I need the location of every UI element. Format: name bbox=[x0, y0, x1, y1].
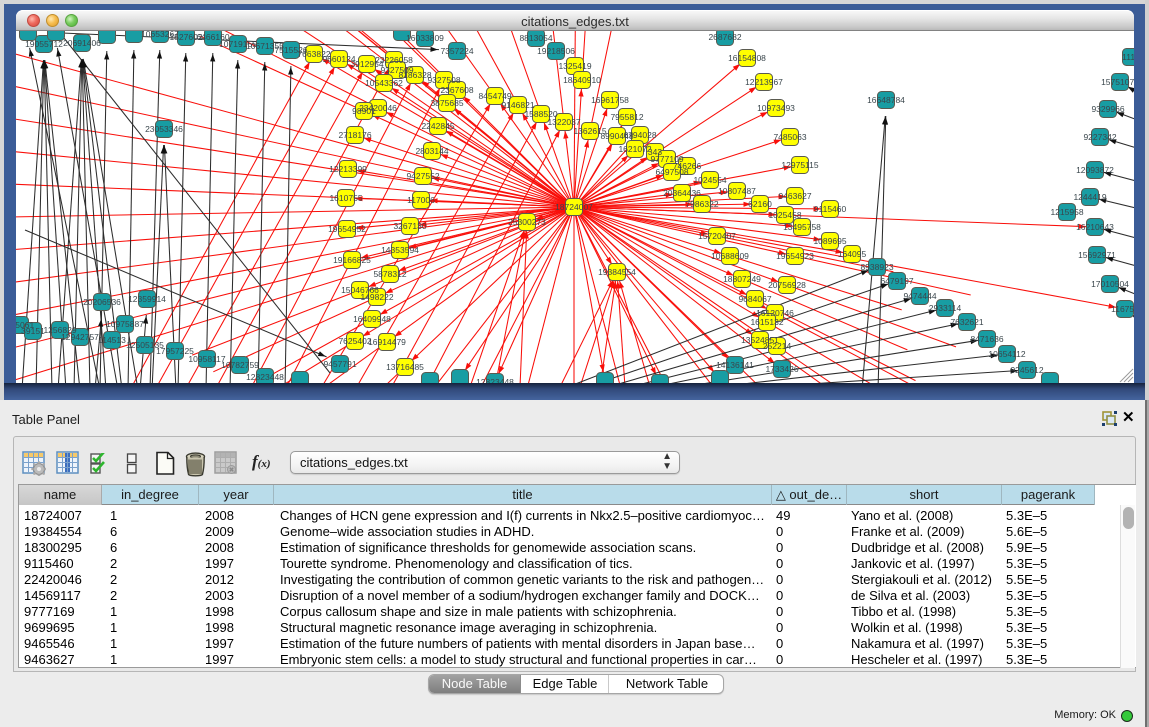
svg-text:23053346: 23053346 bbox=[145, 124, 183, 134]
svg-text:15692971: 15692971 bbox=[1078, 250, 1116, 260]
svg-text:8813054: 8813054 bbox=[519, 33, 552, 43]
svg-text:1621072: 1621072 bbox=[618, 144, 651, 154]
svg-text:17010504: 17010504 bbox=[1091, 279, 1129, 289]
svg-text:23226058: 23226058 bbox=[375, 55, 413, 65]
svg-text:5878312: 5878312 bbox=[373, 269, 406, 279]
svg-text:20364436: 20364436 bbox=[663, 188, 701, 198]
svg-text:6497508: 6497508 bbox=[655, 167, 688, 177]
svg-text:9427552: 9427552 bbox=[406, 171, 439, 181]
svg-text:15751074: 15751074 bbox=[1101, 77, 1134, 87]
svg-text:10543362: 10543362 bbox=[365, 78, 403, 88]
svg-text:19055712: 19055712 bbox=[25, 39, 63, 49]
svg-text:20206536: 20206536 bbox=[83, 297, 121, 307]
svg-text:9463627: 9463627 bbox=[778, 191, 811, 201]
svg-text:16782759: 16782759 bbox=[221, 360, 259, 370]
svg-text:10654112: 10654112 bbox=[988, 349, 1025, 359]
svg-text:2242845: 2242845 bbox=[421, 121, 454, 131]
svg-text:9329966: 9329966 bbox=[1091, 104, 1124, 114]
svg-text:19218506: 19218506 bbox=[537, 46, 575, 56]
svg-text:18724007: 18724007 bbox=[555, 202, 593, 212]
svg-text:19654952: 19654952 bbox=[328, 224, 366, 234]
svg-text:16409948: 16409948 bbox=[353, 314, 391, 324]
svg-text:18640910: 18640910 bbox=[563, 75, 601, 85]
svg-text:1025458: 1025458 bbox=[768, 210, 801, 220]
svg-text:9474444: 9474444 bbox=[903, 291, 936, 301]
svg-text:16648784: 16648784 bbox=[867, 95, 905, 105]
svg-text:9457791: 9457791 bbox=[323, 359, 356, 369]
svg-text:164095: 164095 bbox=[838, 249, 867, 259]
svg-text:3267130: 3267130 bbox=[393, 221, 426, 231]
svg-text:2718176: 2718176 bbox=[338, 130, 371, 140]
svg-text:9227342: 9227342 bbox=[1083, 132, 1116, 142]
svg-text:3875685: 3875685 bbox=[430, 98, 463, 108]
svg-text:8471636: 8471636 bbox=[970, 334, 1003, 344]
svg-text:18807249: 18807249 bbox=[723, 274, 761, 284]
svg-text:39151: 39151 bbox=[21, 326, 45, 336]
svg-text:13716485: 13716485 bbox=[386, 362, 424, 372]
svg-text:16961758: 16961758 bbox=[591, 95, 629, 105]
svg-text:1610755: 1610755 bbox=[329, 193, 362, 203]
svg-text:7485063: 7485063 bbox=[773, 132, 806, 142]
svg-text:12093872: 12093872 bbox=[1076, 165, 1114, 175]
svg-text:7986322: 7986322 bbox=[685, 199, 718, 209]
svg-text:62160: 62160 bbox=[748, 199, 772, 209]
svg-text:1325419: 1325419 bbox=[558, 61, 591, 71]
svg-text:9115460: 9115460 bbox=[814, 204, 847, 214]
svg-text:8938923: 8938923 bbox=[860, 262, 893, 272]
svg-text:12823448: 12823448 bbox=[476, 377, 514, 383]
svg-text:2803144: 2803144 bbox=[415, 146, 448, 156]
svg-text:25300273: 25300273 bbox=[508, 217, 546, 227]
svg-text:12975115: 12975115 bbox=[781, 160, 818, 170]
svg-text:19384554: 19384554 bbox=[598, 267, 636, 277]
svg-text:10688609: 10688609 bbox=[711, 251, 749, 261]
svg-text:6794028: 6794028 bbox=[623, 130, 656, 140]
svg-text:1215958: 1215958 bbox=[1050, 207, 1083, 217]
svg-text:9245612: 9245612 bbox=[1010, 365, 1043, 375]
svg-text:16033809: 16033809 bbox=[406, 33, 444, 43]
svg-text:14136141: 14136141 bbox=[716, 360, 754, 370]
svg-text:16154808: 16154808 bbox=[728, 53, 766, 63]
svg-text:98901: 98901 bbox=[352, 106, 376, 116]
svg-text:10807487: 10807487 bbox=[718, 186, 756, 196]
svg-text:117006: 117006 bbox=[407, 195, 435, 205]
svg-text:10975887: 10975887 bbox=[106, 319, 144, 329]
svg-text:114513: 114513 bbox=[98, 335, 126, 345]
svg-text:2687682: 2687682 bbox=[708, 32, 741, 42]
svg-text:19654923: 19654923 bbox=[776, 251, 814, 261]
svg-text:12359914: 12359914 bbox=[128, 294, 166, 304]
svg-text:1733426: 1733426 bbox=[765, 364, 798, 374]
svg-text:2933114: 2933114 bbox=[929, 303, 962, 313]
svg-text:6479197: 6479197 bbox=[880, 276, 913, 286]
svg-text:252214: 252214 bbox=[763, 341, 792, 351]
svg-text:19166825: 19166825 bbox=[333, 255, 371, 265]
svg-text:9684067: 9684067 bbox=[738, 294, 771, 304]
svg-text:15720407: 15720407 bbox=[698, 231, 736, 241]
svg-text:116753: 116753 bbox=[1111, 304, 1134, 314]
svg-text:12213399: 12213399 bbox=[329, 164, 367, 174]
svg-text:1024554: 1024554 bbox=[693, 175, 726, 185]
svg-text:20691406: 20691406 bbox=[63, 38, 101, 48]
svg-text:1244419: 1244419 bbox=[1073, 192, 1106, 202]
svg-text:1615132: 1615132 bbox=[750, 317, 783, 327]
svg-text:2367608: 2367608 bbox=[440, 85, 473, 95]
svg-text:14353594: 14353594 bbox=[381, 245, 419, 255]
svg-text:20756928: 20756928 bbox=[768, 280, 806, 290]
svg-text:10973493: 10973493 bbox=[757, 103, 795, 113]
svg-text:16914479: 16914479 bbox=[368, 337, 406, 347]
svg-text:16210643: 16210643 bbox=[1076, 222, 1114, 232]
svg-text:12823448: 12823448 bbox=[246, 372, 284, 382]
svg-text:1089695: 1089695 bbox=[813, 236, 846, 246]
svg-text:7625402: 7625402 bbox=[338, 336, 371, 346]
svg-text:7955812: 7955812 bbox=[610, 112, 643, 122]
svg-text:13495758: 13495758 bbox=[783, 222, 821, 232]
svg-text:1498222: 1498222 bbox=[360, 292, 393, 302]
svg-text:7357224: 7357224 bbox=[440, 46, 473, 56]
svg-text:9327508: 9327508 bbox=[427, 75, 460, 85]
svg-text:7632621: 7632621 bbox=[950, 317, 983, 327]
svg-text:12942757: 12942757 bbox=[61, 332, 99, 342]
svg-text:1112: 1112 bbox=[1122, 52, 1134, 62]
svg-text:12213967: 12213967 bbox=[745, 77, 783, 87]
